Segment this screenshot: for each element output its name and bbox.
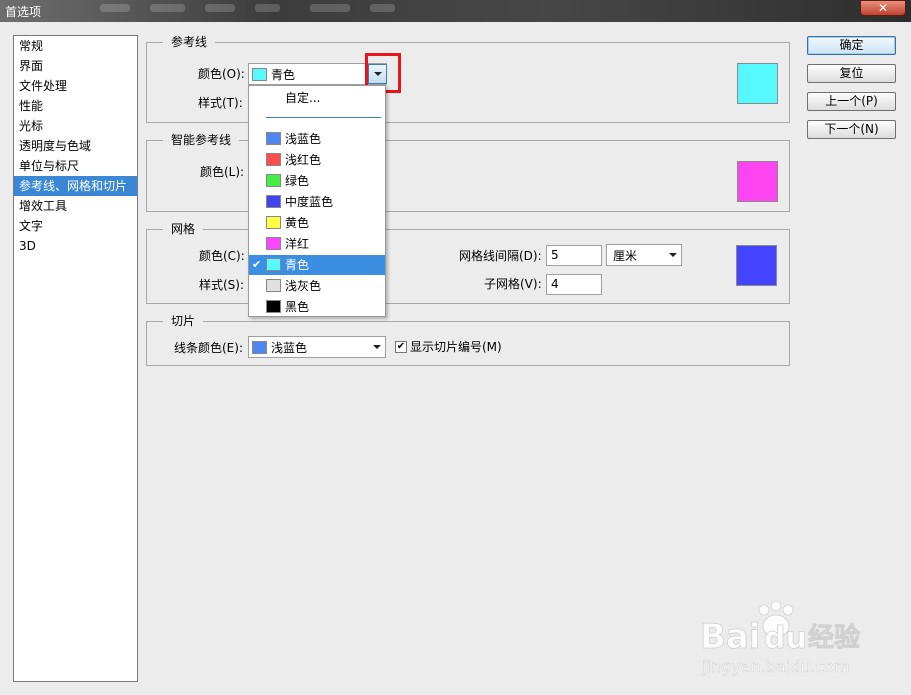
menu-item-color[interactable]: 绿色 <box>249 171 385 191</box>
category-item[interactable]: 3D <box>14 236 137 256</box>
blurred-title-region <box>205 4 235 12</box>
smart-guides-color-label: 颜色(L): <box>200 165 245 179</box>
slices-line-color-swatch <box>252 340 267 354</box>
blurred-title-region <box>150 4 185 12</box>
title-bar: 首选项 ✕ <box>0 0 911 22</box>
slices-line-color-value: 浅蓝色 <box>271 340 308 355</box>
grid-spacing-input[interactable]: 5 <box>546 245 602 266</box>
menu-item-color[interactable]: 黄色 <box>249 213 385 233</box>
show-slice-numbers-checkbox[interactable]: ✔ <box>395 341 407 353</box>
menu-item-label: 浅红色 <box>285 153 322 167</box>
guides-group-title: 参考线 <box>163 34 216 50</box>
smart-guides-color-preview[interactable] <box>737 161 778 202</box>
menu-item-color[interactable]: 浅红色 <box>249 150 385 170</box>
blurred-title-region <box>310 4 350 12</box>
category-item[interactable]: 参考线、网格和切片 <box>14 176 137 196</box>
blurred-title-region <box>255 4 280 12</box>
guides-color-dropdown-menu: 自定... 浅蓝色浅红色绿色中度蓝色黄色洋红 ✔ 青色浅灰色黑色 <box>248 85 386 317</box>
guides-style-label: 样式(T): <box>198 96 243 110</box>
guides-color-value: 青色 <box>271 67 296 82</box>
color-swatch-icon <box>266 195 281 208</box>
menu-item-color[interactable]: 浅蓝色 <box>249 129 385 149</box>
grid-subdivision-input[interactable]: 4 <box>546 274 602 295</box>
grid-subdivision-label: 子网格(V): <box>484 277 542 291</box>
category-item[interactable]: 透明度与色域 <box>14 136 137 156</box>
category-item[interactable]: 性能 <box>14 96 137 116</box>
guides-color-swatch <box>252 67 267 81</box>
menu-item-label: 绿色 <box>285 174 310 188</box>
menu-item-label: 中度蓝色 <box>285 195 334 209</box>
category-item[interactable]: 常规 <box>14 36 137 56</box>
ok-button[interactable]: 确定 <box>807 36 896 55</box>
category-item[interactable]: 文件处理 <box>14 76 137 96</box>
menu-item-label: 洋红 <box>285 237 310 251</box>
menu-item-color[interactable]: 黑色 <box>249 297 385 317</box>
category-item[interactable]: 文字 <box>14 216 137 236</box>
menu-item-color[interactable]: 洋红 <box>249 234 385 254</box>
close-icon: ✕ <box>877 1 889 15</box>
slices-group-title: 切片 <box>163 313 204 329</box>
previous-button[interactable]: 上一个(P) <box>807 92 896 111</box>
blurred-title-region <box>100 4 130 12</box>
color-swatch-icon <box>266 153 281 166</box>
category-item[interactable]: 光标 <box>14 116 137 136</box>
smart-guides-group-title: 智能参考线 <box>163 132 240 148</box>
guides-color-preview[interactable] <box>737 63 778 104</box>
close-button[interactable]: ✕ <box>860 0 906 16</box>
grid-color-label: 颜色(C): <box>199 249 245 263</box>
chevron-down-icon <box>372 341 382 353</box>
grid-unit-value: 厘米 <box>613 248 638 263</box>
category-list-items: 常规 界面 文件处理 性能 光标 透明度与色域 单位与标尺 参考线、网格和切片 增效工具 文字 3D <box>14 36 137 256</box>
show-slice-numbers-label: 显示切片编号(M) <box>410 340 502 354</box>
checkmark-icon: ✔ <box>396 341 406 352</box>
grid-group-title: 网格 <box>163 221 204 237</box>
menu-item-label: 黄色 <box>285 216 310 230</box>
menu-item-color[interactable]: 浅灰色 <box>249 276 385 296</box>
slices-line-color-label: 线条颜色(E): <box>174 341 243 355</box>
grid-style-label: 样式(S): <box>199 278 245 292</box>
menu-item-color[interactable]: ✔ 青色 <box>249 255 385 275</box>
category-list: 常规 界面 文件处理 性能 光标 透明度与色域 单位与标尺 参考线、网格和切片 增效工具 文字 3D <box>13 35 138 682</box>
color-swatch-icon <box>266 216 281 229</box>
chevron-down-icon <box>668 249 678 261</box>
category-item[interactable]: 增效工具 <box>14 196 137 216</box>
menu-separator <box>266 117 381 118</box>
category-item[interactable]: 界面 <box>14 56 137 76</box>
next-button[interactable]: 下一个(N) <box>807 120 896 139</box>
blurred-title-region <box>370 4 395 12</box>
color-swatch-icon <box>266 279 281 292</box>
slices-line-color-select[interactable]: 浅蓝色 <box>248 336 386 358</box>
menu-item-label: 浅蓝色 <box>285 132 322 146</box>
menu-item-label: 浅灰色 <box>285 279 322 293</box>
menu-item-label: 青色 <box>285 258 310 272</box>
menu-item-custom[interactable]: 自定... <box>249 88 385 108</box>
guides-color-label: 颜色(O): <box>198 67 245 81</box>
color-swatch-icon <box>266 174 281 187</box>
menu-item-label: 黑色 <box>285 300 310 314</box>
color-swatch-icon <box>266 237 281 250</box>
checkmark-icon: ✔ <box>252 258 262 271</box>
category-item[interactable]: 单位与标尺 <box>14 156 137 176</box>
grid-unit-select[interactable]: 厘米 <box>606 244 682 266</box>
color-swatch-icon <box>266 300 281 313</box>
color-swatch-icon <box>266 258 281 271</box>
menu-item-color[interactable]: 中度蓝色 <box>249 192 385 212</box>
color-swatch-icon <box>266 132 281 145</box>
grid-spacing-label: 网格线间隔(D): <box>459 249 542 263</box>
reset-button[interactable]: 复位 <box>807 64 896 83</box>
window-title: 首选项 <box>5 5 42 19</box>
grid-color-preview[interactable] <box>736 245 777 286</box>
